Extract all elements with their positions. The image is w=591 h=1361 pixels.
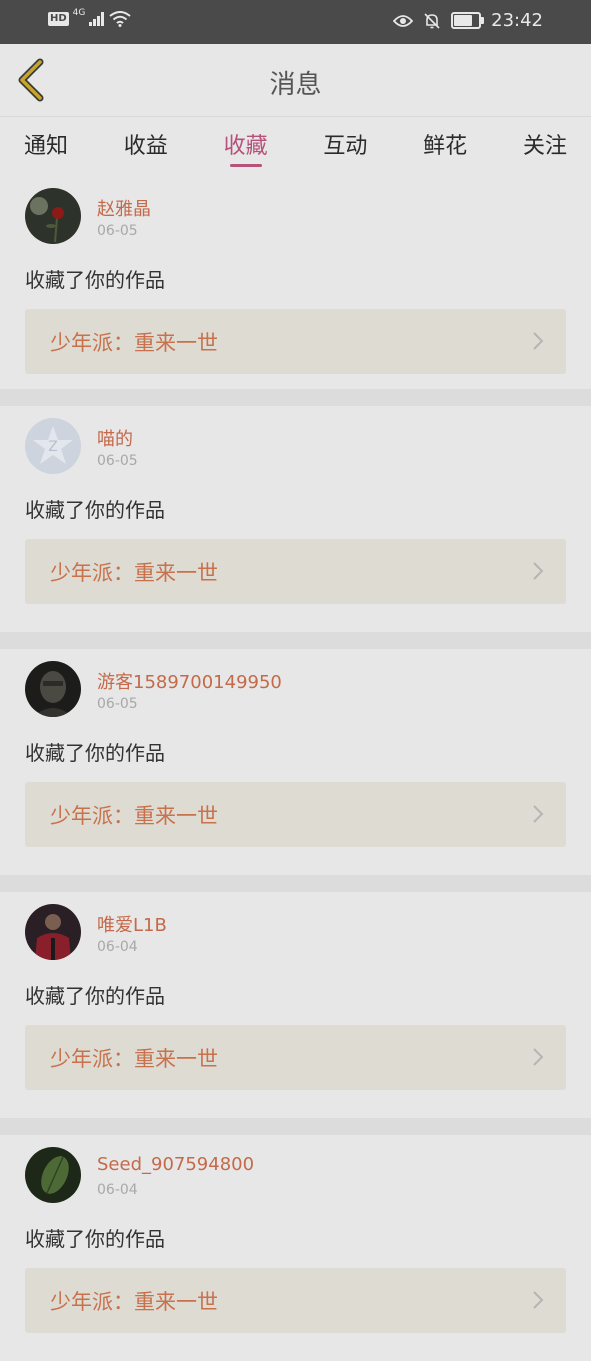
- network-label: 4G: [72, 8, 86, 18]
- work-link[interactable]: 少年派：重来一世: [25, 1268, 566, 1333]
- signal-icon: [89, 12, 105, 26]
- status-left: HD 4G: [48, 8, 131, 27]
- message-card: Seed_907594800 06-04 收藏了你的作品 少年派：重来一世: [0, 1118, 591, 1361]
- avatar[interactable]: [25, 904, 81, 960]
- tab-flowers[interactable]: 鲜花: [419, 117, 471, 176]
- portrait-photo-icon: [25, 661, 81, 717]
- action-text: 收藏了你的作品: [25, 268, 165, 292]
- avatar[interactable]: [25, 188, 81, 244]
- work-title: 少年派：重来一世: [50, 331, 218, 355]
- action-text: 收藏了你的作品: [25, 741, 165, 765]
- action-text: 收藏了你的作品: [25, 984, 165, 1008]
- avatar[interactable]: [25, 661, 81, 717]
- mute-bell-icon: [424, 12, 440, 29]
- status-bar: HD 4G 23:42: [0, 0, 591, 44]
- tab-interactions[interactable]: 互动: [319, 117, 371, 176]
- username[interactable]: Seed_907594800: [97, 1154, 254, 1175]
- tab-favorites[interactable]: 收藏: [220, 117, 272, 176]
- tab-follows[interactable]: 关注: [519, 117, 571, 176]
- tab-bar: 通知 收益 收藏 互动 鲜花 关注: [0, 116, 591, 176]
- work-title: 少年派：重来一世: [50, 804, 218, 828]
- message-date: 06-04: [97, 1182, 138, 1198]
- work-link[interactable]: 少年派：重来一世: [25, 1025, 566, 1090]
- message-date: 06-05: [97, 453, 138, 469]
- chevron-right-icon: [533, 562, 544, 580]
- username[interactable]: 唯爱L1B: [97, 911, 167, 937]
- work-title: 少年派：重来一世: [50, 1047, 218, 1071]
- eye-icon: [393, 14, 414, 27]
- username[interactable]: 喵的: [97, 425, 133, 451]
- message-list: 赵雅晶 06-05 收藏了你的作品 少年派：重来一世 Z 喵的 06-05 收藏…: [0, 176, 591, 1361]
- battery-fill: [454, 15, 473, 26]
- message-card: 游客1589700149950 06-05 收藏了你的作品 少年派：重来一世: [0, 632, 591, 875]
- chevron-right-icon: [533, 332, 544, 350]
- message-date: 06-04: [97, 939, 138, 955]
- message-card: Z 喵的 06-05 收藏了你的作品 少年派：重来一世: [0, 389, 591, 632]
- avatar[interactable]: Z: [25, 418, 81, 474]
- work-link[interactable]: 少年派：重来一世: [25, 782, 566, 847]
- person-photo-icon: [25, 904, 81, 960]
- action-text: 收藏了你的作品: [25, 498, 165, 522]
- status-right: 23:42: [393, 10, 543, 31]
- work-link[interactable]: 少年派：重来一世: [25, 539, 566, 604]
- svg-text:Z: Z: [48, 439, 58, 455]
- chevron-right-icon: [533, 1291, 544, 1309]
- message-card: 唯爱L1B 06-04 收藏了你的作品 少年派：重来一世: [0, 875, 591, 1118]
- work-link[interactable]: 少年派：重来一世: [25, 309, 566, 374]
- action-text: 收藏了你的作品: [25, 1227, 165, 1251]
- default-avatar-icon: Z: [25, 418, 81, 474]
- rose-photo-icon: [25, 188, 81, 244]
- work-title: 少年派：重来一世: [50, 1290, 218, 1314]
- chevron-right-icon: [533, 1048, 544, 1066]
- clock: 23:42: [491, 10, 543, 31]
- wifi-icon: [109, 11, 131, 27]
- username[interactable]: 赵雅晶: [97, 195, 151, 221]
- message-date: 06-05: [97, 696, 138, 712]
- header: 消息: [0, 44, 591, 116]
- work-title: 少年派：重来一世: [50, 561, 218, 585]
- message-date: 06-05: [97, 223, 138, 239]
- chevron-right-icon: [533, 805, 544, 823]
- message-card: 赵雅晶 06-05 收藏了你的作品 少年派：重来一世: [0, 176, 591, 389]
- tab-earnings[interactable]: 收益: [120, 117, 172, 176]
- battery-icon: [451, 12, 485, 29]
- username[interactable]: 游客1589700149950: [97, 668, 282, 694]
- page-title: 消息: [269, 70, 322, 100]
- leaf-photo-icon: [25, 1147, 81, 1203]
- hd-icon: HD: [48, 12, 69, 26]
- avatar[interactable]: [25, 1147, 81, 1203]
- tab-notifications[interactable]: 通知: [20, 117, 72, 176]
